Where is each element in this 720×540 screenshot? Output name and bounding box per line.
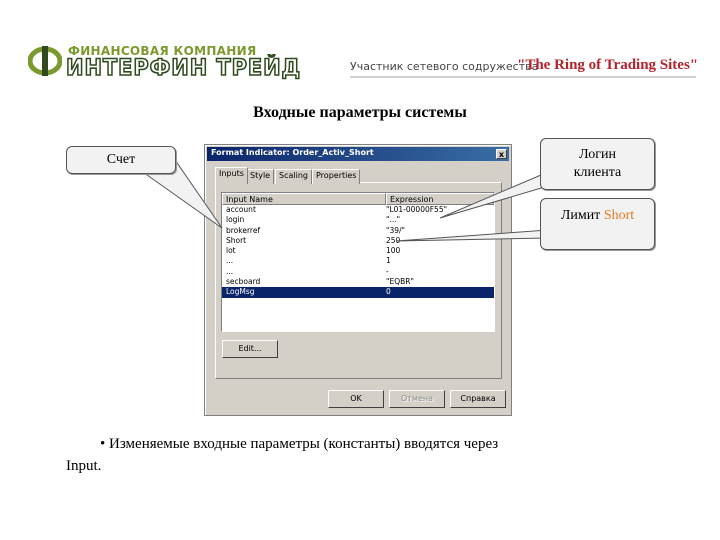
callout-limit-short: Лимит Short: [540, 198, 655, 250]
bullet-text-line2: Input.: [66, 458, 102, 474]
callout-account-text: Счет: [106, 152, 136, 167]
callout-login: Логин клиента: [540, 138, 655, 190]
tab-inputs[interactable]: Inputs: [215, 167, 248, 184]
limit-pointer: [395, 229, 549, 242]
login-pointer: [439, 171, 549, 219]
callout-account: Счет: [66, 146, 176, 174]
callout-login-line1: Логин: [579, 147, 616, 162]
bullet-text-line1: • Изменяемые входные параметры (констант…: [100, 436, 499, 452]
callout-login-line2: клиента: [573, 165, 622, 180]
callout-limit-short-word: Short: [603, 208, 635, 223]
callout-limit-prefix: Лимит: [560, 208, 604, 223]
callout-pointers: [138, 159, 549, 242]
